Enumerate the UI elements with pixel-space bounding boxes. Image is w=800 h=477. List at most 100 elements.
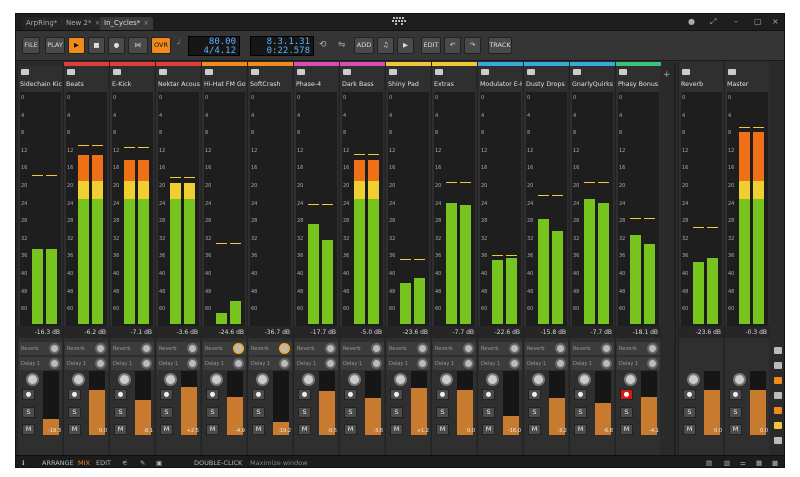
send-knob[interactable]: [509, 343, 520, 354]
channel-name[interactable]: Modulator E-H...: [480, 81, 522, 90]
tempo-display[interactable]: 80.00 4/4.12: [188, 36, 240, 56]
send-knob[interactable]: [647, 358, 658, 369]
mute-button[interactable]: M: [683, 424, 696, 435]
project-tab-2[interactable]: New 2* ×: [62, 17, 105, 30]
send-knob[interactable]: [463, 358, 474, 369]
record-arm-button[interactable]: ●: [528, 389, 541, 400]
send-knob[interactable]: [325, 358, 336, 369]
volume-fader[interactable]: [641, 371, 657, 435]
record-arm-button[interactable]: ●: [160, 389, 173, 400]
mute-button[interactable]: M: [344, 424, 357, 435]
mute-button[interactable]: M: [482, 424, 495, 435]
metronome-icon[interactable]: ♩: [177, 38, 180, 46]
record-arm-button[interactable]: ●: [114, 389, 127, 400]
pan-knob[interactable]: [486, 373, 499, 386]
send-slot[interactable]: Reverb: [571, 342, 614, 355]
solo-button[interactable]: S: [528, 407, 541, 418]
browser-icon[interactable]: ▥: [724, 459, 730, 467]
pencil-icon[interactable]: ✎: [140, 459, 145, 467]
solo-button[interactable]: S: [206, 407, 219, 418]
send-slot[interactable]: Reverb: [433, 342, 476, 355]
play-button[interactable]: ▶: [68, 37, 85, 54]
folder-icon[interactable]: ▤: [706, 459, 712, 467]
fullscreen-icon[interactable]: ⤢: [710, 17, 716, 27]
send-slot[interactable]: Reverb: [525, 342, 568, 355]
pan-knob[interactable]: [687, 373, 700, 386]
pan-knob[interactable]: [210, 373, 223, 386]
pan-knob[interactable]: [118, 373, 131, 386]
pan-knob[interactable]: [440, 373, 453, 386]
solo-button[interactable]: S: [390, 407, 403, 418]
mute-button[interactable]: M: [390, 424, 403, 435]
pan-knob[interactable]: [302, 373, 315, 386]
pan-knob[interactable]: [72, 373, 85, 386]
send-knob[interactable]: [371, 358, 382, 369]
tool-icon[interactable]: [774, 407, 782, 414]
edit-tab[interactable]: EDIT: [96, 459, 111, 467]
volume-fader[interactable]: [549, 371, 565, 435]
mute-button[interactable]: M: [114, 424, 127, 435]
send-slot[interactable]: Delay 1: [65, 357, 108, 370]
record-arm-button[interactable]: ●: [729, 389, 742, 400]
play-clip-button[interactable]: ▶: [397, 37, 414, 54]
tool-icon[interactable]: [774, 437, 782, 444]
tool-icon[interactable]: [774, 347, 782, 354]
volume-fader[interactable]: [319, 371, 335, 435]
send-knob[interactable]: [49, 358, 60, 369]
record-arm-button[interactable]: ●: [436, 389, 449, 400]
send-knob[interactable]: [647, 343, 658, 354]
mute-button[interactable]: M: [160, 424, 173, 435]
channel-name[interactable]: Dark Bass: [342, 81, 384, 90]
send-knob[interactable]: [555, 358, 566, 369]
solo-button[interactable]: S: [252, 407, 265, 418]
tool-icon[interactable]: [774, 377, 782, 384]
stop-button[interactable]: ■: [88, 37, 105, 54]
pan-knob[interactable]: [164, 373, 177, 386]
mute-button[interactable]: M: [436, 424, 449, 435]
volume-fader[interactable]: [227, 371, 243, 435]
overdub-button[interactable]: OVR: [151, 37, 171, 54]
channel-name[interactable]: Sidechain Kick: [20, 81, 62, 90]
volume-fader[interactable]: [750, 371, 766, 435]
record-arm-button[interactable]: ●: [620, 389, 633, 400]
volume-fader[interactable]: [365, 371, 381, 435]
mute-button[interactable]: M: [528, 424, 541, 435]
send-knob[interactable]: [279, 343, 290, 354]
grid-icon[interactable]: ▩: [772, 459, 778, 467]
channel-name[interactable]: Master: [727, 81, 769, 90]
send-knob[interactable]: [233, 343, 244, 354]
send-slot[interactable]: Delay 1: [157, 357, 200, 370]
mute-button[interactable]: M: [620, 424, 633, 435]
volume-fader[interactable]: [595, 371, 611, 435]
send-slot[interactable]: Delay 1: [19, 357, 62, 370]
send-slot[interactable]: Delay 1: [525, 357, 568, 370]
mute-button[interactable]: M: [574, 424, 587, 435]
pan-knob[interactable]: [394, 373, 407, 386]
send-slot[interactable]: Reverb: [157, 342, 200, 355]
track-button[interactable]: TRACK: [488, 37, 512, 54]
tool-icon[interactable]: [774, 422, 782, 429]
send-knob[interactable]: [509, 358, 520, 369]
add-track-icon[interactable]: +: [663, 70, 671, 80]
send-knob[interactable]: [417, 343, 428, 354]
pan-knob[interactable]: [26, 373, 39, 386]
project-tab-3[interactable]: In_Cycles* ×: [100, 17, 154, 30]
tool-icon[interactable]: [774, 362, 782, 369]
volume-fader[interactable]: [457, 371, 473, 435]
volume-fader[interactable]: [411, 371, 427, 435]
close-icon[interactable]: ×: [143, 19, 149, 27]
solo-button[interactable]: S: [574, 407, 587, 418]
record-arm-button[interactable]: ●: [390, 389, 403, 400]
record-arm-button[interactable]: ●: [252, 389, 265, 400]
solo-button[interactable]: S: [436, 407, 449, 418]
send-knob[interactable]: [371, 343, 382, 354]
mute-button[interactable]: M: [206, 424, 219, 435]
channel-name[interactable]: Dusty Drops: [526, 81, 568, 90]
mix-tab[interactable]: MIX: [78, 459, 90, 467]
automation-button[interactable]: ⋈: [128, 37, 148, 54]
channel-name[interactable]: Shiny Pad: [388, 81, 430, 90]
send-slot[interactable]: Reverb: [387, 342, 430, 355]
channel-name[interactable]: Reverb: [681, 81, 723, 90]
volume-fader[interactable]: [704, 371, 720, 435]
volume-fader[interactable]: [89, 371, 105, 435]
